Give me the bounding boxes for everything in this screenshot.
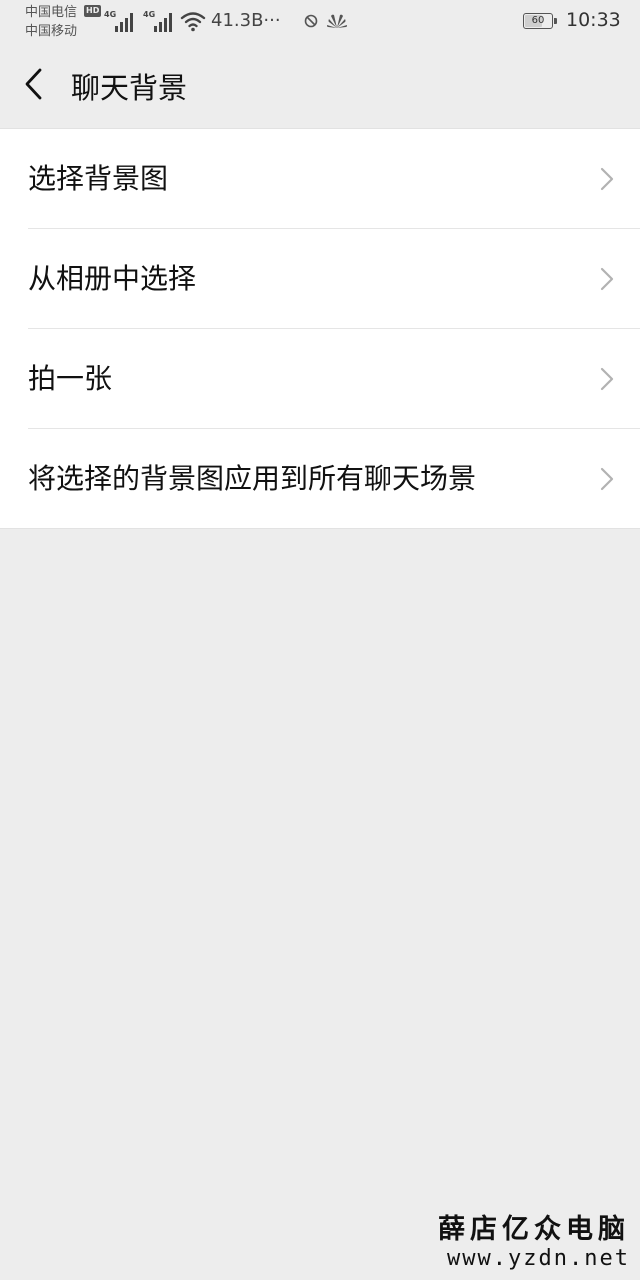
status-bar: 中国电信 中国移动 HD 4G 4G 41.3B··· 60 10:33 bbox=[0, 0, 640, 48]
menu-item-label: 将选择的背景图应用到所有聊天场景 bbox=[28, 462, 477, 495]
battery-level: 60 bbox=[531, 15, 545, 26]
huawei-logo-icon bbox=[327, 14, 347, 28]
watermark: 薛店亿众电脑 www.yzdn.net bbox=[438, 1214, 630, 1272]
menu-item-choose-from-album[interactable]: 从相册中选择 bbox=[28, 228, 640, 328]
battery-icon: 60 bbox=[523, 13, 557, 29]
chevron-right-icon bbox=[600, 367, 614, 391]
watermark-name: 薛店亿众电脑 bbox=[438, 1214, 630, 1245]
menu-item-label: 从相册中选择 bbox=[28, 262, 197, 295]
chevron-left-icon bbox=[25, 68, 42, 100]
carrier-1: 中国电信 bbox=[25, 5, 78, 20]
carrier-2: 中国移动 bbox=[25, 24, 78, 39]
menu-item-take-photo[interactable]: 拍一张 bbox=[28, 328, 640, 428]
menu-item-choose-background[interactable]: 选择背景图 bbox=[0, 129, 640, 228]
battery-tip bbox=[554, 18, 557, 24]
menu-item-apply-to-all-chats[interactable]: 将选择的背景图应用到所有聊天场景 bbox=[28, 428, 640, 528]
wifi-icon bbox=[180, 12, 206, 32]
settings-menu: 选择背景图 从相册中选择 拍一张 将选择的背景图应用到所有聊天场景 bbox=[0, 128, 640, 529]
carrier-info: 中国电信 中国移动 bbox=[25, 3, 77, 41]
network-speed: 41.3B··· bbox=[211, 10, 281, 31]
chevron-right-icon bbox=[600, 267, 614, 291]
menu-item-label: 选择背景图 bbox=[28, 162, 169, 195]
menu-item-label: 拍一张 bbox=[28, 362, 113, 395]
navigation-bar: 聊天背景 bbox=[0, 48, 640, 128]
watermark-url: www.yzdn.net bbox=[447, 1246, 630, 1271]
signal-bars-icon bbox=[154, 13, 172, 32]
do-not-disturb-icon bbox=[304, 14, 318, 28]
hd-badge: HD bbox=[84, 5, 102, 17]
chevron-right-icon bbox=[600, 167, 614, 191]
page-title: 聊天背景 bbox=[71, 71, 188, 105]
clock: 10:33 bbox=[566, 9, 621, 31]
chevron-right-icon bbox=[600, 467, 614, 491]
signal-1: 4G bbox=[104, 10, 138, 32]
signal-bars-icon bbox=[115, 13, 133, 32]
signal-2: 4G bbox=[143, 10, 177, 32]
back-button[interactable] bbox=[10, 60, 60, 110]
